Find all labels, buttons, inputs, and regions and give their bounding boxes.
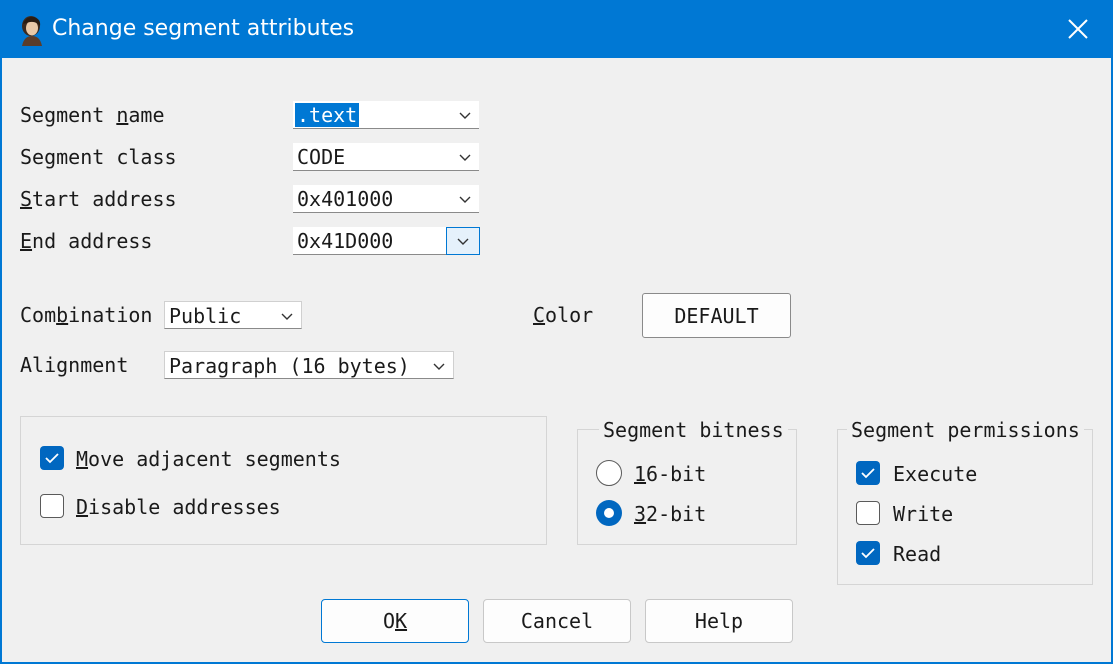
chevron-down-icon [433,363,445,370]
disable-addresses-checkbox[interactable] [40,494,64,518]
options-group [20,416,547,545]
alignment-value: Paragraph (16 bytes) [169,354,410,378]
bitness-32-radio[interactable] [596,500,622,526]
cancel-button[interactable]: Cancel [483,599,631,643]
window-title: Change segment attributes [52,16,355,41]
chevron-down-icon [459,154,471,161]
bitness-16-label[interactable]: 16-bit [634,462,706,486]
chevron-down-icon [457,238,469,245]
start-address-value: 0x401000 [297,187,394,211]
move-adjacent-label[interactable]: Move adjacent segments [76,447,341,471]
checkmark-icon [45,453,59,464]
color-button[interactable]: DEFAULT [642,293,791,338]
combination-label: Combination [20,303,153,327]
combination-value: Public [169,304,242,328]
segment-class-value: CODE [297,145,346,169]
alignment-label: Alignment [20,353,129,377]
write-checkbox[interactable] [856,501,880,525]
dialog-window: Change segment attributes Segment name .… [0,0,1113,664]
color-label: Color [533,303,594,327]
execute-label[interactable]: Execute [893,462,977,486]
end-address-combo[interactable]: 0x41D000 [293,227,480,255]
bitness-32-label[interactable]: 32-bit [634,502,706,526]
write-label[interactable]: Write [893,502,953,526]
close-icon [1068,19,1088,39]
chevron-down-icon [281,313,293,320]
start-address-label: Start address [20,187,177,211]
alignment-combo[interactable]: Paragraph (16 bytes) [164,351,454,379]
ok-button[interactable]: OK [321,599,469,643]
read-label[interactable]: Read [893,542,941,566]
combination-combo[interactable]: Public [164,301,302,329]
portrait-icon [22,16,42,46]
bitness-group [577,429,797,545]
segment-name-combo[interactable]: .text [293,101,479,129]
execute-checkbox[interactable] [856,461,880,485]
chevron-down-icon [459,196,471,203]
segment-name-value: .text [295,103,360,127]
checkmark-icon [861,468,875,479]
close-button[interactable] [1050,0,1106,58]
help-button[interactable]: Help [645,599,793,643]
checkmark-icon [861,548,875,559]
end-address-value: 0x41D000 [297,229,394,253]
start-address-combo[interactable]: 0x401000 [293,185,479,213]
title-bar[interactable]: Change segment attributes [0,0,1113,58]
end-address-label: End address [20,229,153,253]
segment-class-combo[interactable]: CODE [293,143,479,171]
segment-name-label: Segment name [20,103,165,127]
move-adjacent-checkbox[interactable] [40,446,64,470]
permissions-group-title: Segment permissions [847,418,1084,442]
dialog-body: Segment name .text Segment class CODE St… [2,58,1111,662]
chevron-down-icon [459,112,471,119]
disable-addresses-label[interactable]: Disable addresses [76,495,281,519]
end-address-dropdown-button[interactable] [446,227,480,255]
read-checkbox[interactable] [856,541,880,565]
bitness-group-title: Segment bitness [599,418,788,442]
bitness-16-radio[interactable] [596,460,622,486]
segment-class-label: Segment class [20,145,177,169]
